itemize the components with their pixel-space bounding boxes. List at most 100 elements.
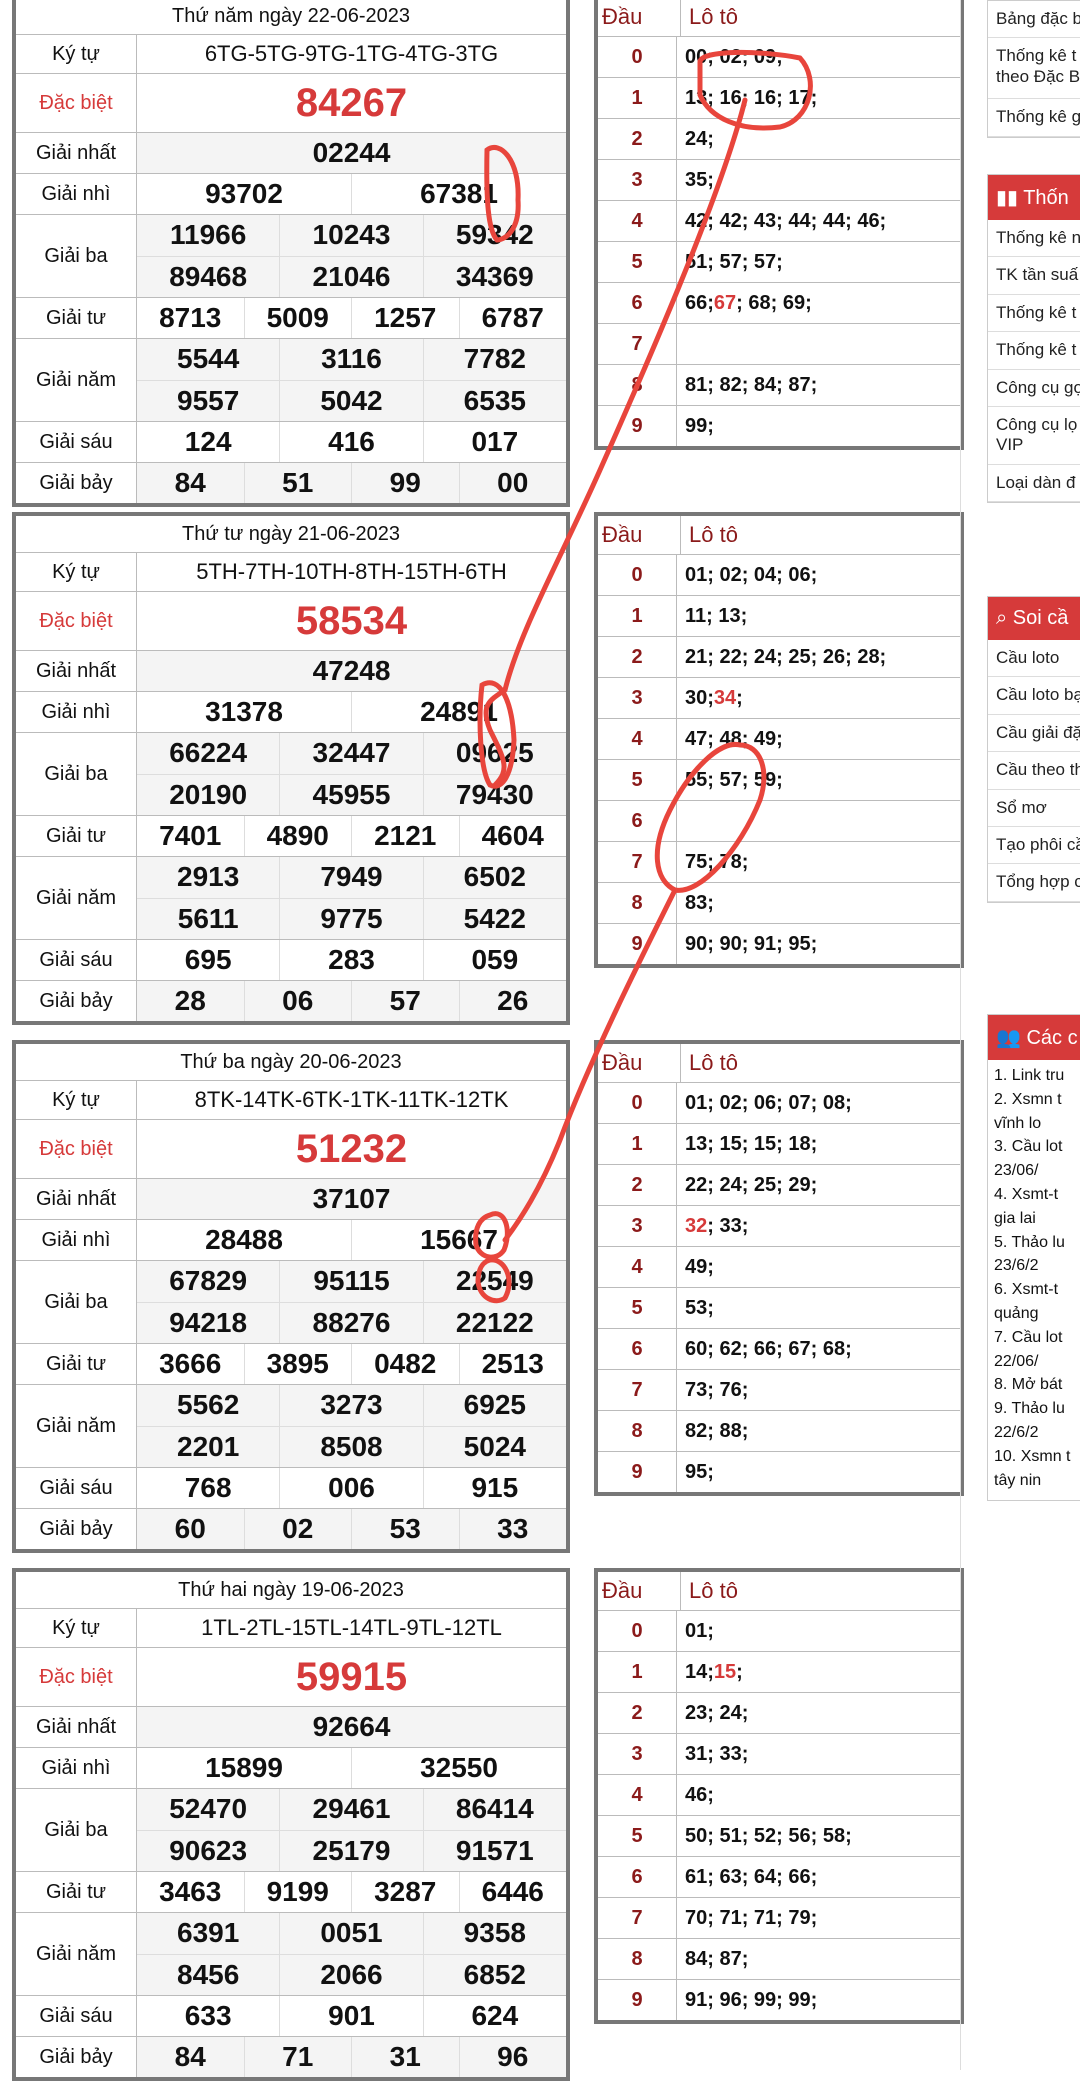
sidebar-item[interactable]: Thống kê n bbox=[988, 220, 1080, 258]
sidebar-link[interactable]: tây nin bbox=[994, 1471, 1080, 1492]
sidebar-item[interactable]: Cầu theo th bbox=[988, 752, 1080, 790]
sidebar-item[interactable]: Loại dàn đ bbox=[988, 465, 1080, 503]
sidebar-link[interactable]: 9. Thảo lu bbox=[994, 1399, 1080, 1420]
loto-number: 13; 15; 15; 18; bbox=[685, 1132, 818, 1155]
sidebar-item[interactable]: Thống kê t bbox=[988, 295, 1080, 333]
prize-number: 4604 bbox=[458, 816, 567, 856]
loto-values: 90; 90; 91; 95; bbox=[677, 924, 960, 964]
dau-digit: 6 bbox=[598, 1857, 677, 1897]
dau-digit: 6 bbox=[598, 283, 677, 323]
loto-row: 4 42; 42; 43; 44; 44; 46; bbox=[598, 201, 960, 242]
loto-number: 21; 22; 24; 25; 26; 28; bbox=[685, 645, 887, 668]
results-table: Thứ tư ngày 21-06-2023 Ký tự 5TH-7TH-10TH-… bbox=[12, 512, 570, 1025]
sidebar-link[interactable]: vĩnh lo bbox=[994, 1114, 1080, 1135]
prize-number: 67381 bbox=[351, 174, 566, 214]
sidebar-link[interactable]: 23/06/ bbox=[994, 1161, 1080, 1182]
sidebar-link[interactable]: 22/6/2 bbox=[994, 1423, 1080, 1444]
dau-digit: 7 bbox=[598, 842, 677, 882]
prize-number: 25179 bbox=[279, 1830, 422, 1871]
prize-number: 1257 bbox=[351, 298, 459, 338]
dau-digit: 5 bbox=[598, 1288, 677, 1328]
loto-number: 60; 62; 66; 67; 68; bbox=[685, 1337, 852, 1360]
sidebar-item[interactable]: Cầu giải đặ bbox=[988, 715, 1080, 753]
loto-values bbox=[677, 324, 960, 364]
loto-table: Đầu Lô tô 0 01; 1 14; 15; 2 23; 24; 3 31; 33; 4 46;… bbox=[594, 1568, 964, 2024]
sidebar-link[interactable]: 2. Xsmn t bbox=[994, 1090, 1080, 1111]
loto-row: 4 49; bbox=[598, 1247, 960, 1288]
prize-number: 32447 bbox=[279, 733, 422, 774]
loto-values: 46; bbox=[677, 1775, 960, 1815]
sidebar-link[interactable]: quảng bbox=[994, 1304, 1080, 1325]
sidebar-item[interactable]: Công cụ gợ bbox=[988, 370, 1080, 407]
sidebar-item[interactable]: Thống kê t bbox=[988, 332, 1080, 370]
sidebar-item[interactable]: Cầu loto bạ bbox=[988, 677, 1080, 715]
prize-label: Giải nhất bbox=[16, 651, 137, 691]
prize-number: 79430 bbox=[422, 774, 566, 815]
sidebar-link[interactable]: 7. Cầu lot bbox=[994, 1328, 1080, 1349]
prize-row-kytu: Ký tự 5TH-7TH-10TH-8TH-15TH-6TH bbox=[16, 553, 566, 592]
prize-label: Giải nhất bbox=[16, 133, 137, 173]
dau-digit: 4 bbox=[598, 1775, 677, 1815]
prize-line: 768 006 915 bbox=[137, 1468, 566, 1508]
sidebar-link[interactable]: 3. Cầu lot bbox=[994, 1137, 1080, 1158]
loto-row: 6 61; 63; 64; 66; bbox=[598, 1857, 960, 1898]
sidebar-link[interactable]: 1. Link tru bbox=[994, 1066, 1080, 1087]
prize-number: 11966 bbox=[170, 219, 247, 251]
sidebar-item[interactable]: Thống kê t theo Đặc B bbox=[988, 38, 1080, 100]
loto-number: 42; 42; 43; 44; 44; 46; bbox=[685, 209, 887, 232]
sidebar-item[interactable]: Tạo phôi cầ bbox=[988, 827, 1080, 865]
sidebar-link[interactable]: gia lai bbox=[994, 1209, 1080, 1230]
loto-values: 22; 24; 25; 29; bbox=[677, 1165, 960, 1205]
prize-line: 52470 29461 86414 bbox=[137, 1789, 566, 1830]
sidebar-link[interactable]: 8. Mở bát bbox=[994, 1375, 1080, 1396]
loto-row: 2 22; 24; 25; 29; bbox=[598, 1165, 960, 1206]
loto-values: 47; 48; 49; bbox=[677, 719, 960, 759]
sidebar-link[interactable]: 6. Xsmt-t bbox=[994, 1280, 1080, 1301]
prize-line: 3463 9199 3287 6446 bbox=[137, 1872, 566, 1912]
prize-number: 7401 bbox=[159, 820, 222, 851]
sidebar-link[interactable]: 22/06/ bbox=[994, 1352, 1080, 1373]
sidebar-item[interactable]: Bảng đặc b bbox=[988, 1, 1080, 39]
prize-number: 06 bbox=[243, 981, 352, 1021]
prize-number: 00 bbox=[458, 463, 567, 503]
prize-label: Giải sáu bbox=[16, 422, 137, 462]
loto-values: 14; 15; bbox=[677, 1652, 960, 1692]
dau-digit: 0 bbox=[598, 1083, 677, 1123]
prize-label: Giải nhì bbox=[16, 1748, 137, 1788]
loto-row: 0 01; bbox=[598, 1611, 960, 1652]
sidebar-link[interactable]: 4. Xsmt-t bbox=[994, 1185, 1080, 1206]
loto-values: 31; 33; bbox=[677, 1734, 960, 1774]
sidebar-link-list: 1. Link tru 2. Xsmn t vĩnh lo 3. Cầu lot 23/… bbox=[988, 1060, 1080, 1500]
prize-label: Ký tự bbox=[16, 35, 137, 73]
dau-digit: 1 bbox=[598, 1652, 677, 1692]
prize-row-g6: Giải sáu 695 283 059 bbox=[16, 940, 566, 981]
prize-label: Ký tự bbox=[16, 1081, 137, 1119]
loto-values: 01; 02; 04; 06; bbox=[677, 555, 960, 595]
prize-row-g5: Giải năm 5544 3116 7782 9557 5042 6535 bbox=[16, 339, 566, 422]
prize-line: 2201 8508 5024 bbox=[137, 1425, 566, 1467]
sidebar-item[interactable]: Công cụ lọ VIP bbox=[988, 407, 1080, 465]
prize-row-g1: Giải nhất 47248 bbox=[16, 651, 566, 692]
sidebar-item[interactable]: Cầu loto bbox=[988, 640, 1080, 678]
prize-label: Đặc biệt bbox=[16, 1648, 137, 1706]
sidebar-item[interactable]: Thống kê g bbox=[988, 99, 1080, 137]
sidebar-item[interactable]: Sổ mơ bbox=[988, 790, 1080, 827]
prize-label: Ký tự bbox=[16, 553, 137, 591]
prize-label: Giải bảy bbox=[16, 2037, 137, 2077]
sidebar-link[interactable]: 5. Thảo lu bbox=[994, 1233, 1080, 1254]
prize-label: Giải năm bbox=[16, 1385, 137, 1467]
sidebar-item[interactable]: TK tần suấ bbox=[988, 257, 1080, 295]
dau-header: Đầu bbox=[598, 516, 681, 554]
sidebar-links-header: 👥 Các c bbox=[988, 1015, 1080, 1060]
sidebar-item[interactable]: Tổng hợp c bbox=[988, 864, 1080, 902]
prize-label: Giải nhì bbox=[16, 1220, 137, 1260]
loto-number: 90; 90; 91; 95; bbox=[685, 932, 818, 955]
prize-number: 95115 bbox=[279, 1261, 422, 1302]
loto-number: 55; 57; 59; bbox=[685, 768, 783, 791]
loto-header: Đầu Lô tô bbox=[598, 516, 960, 555]
sidebar-link[interactable]: 23/6/2 bbox=[994, 1256, 1080, 1277]
sidebar-link[interactable]: 10. Xsmn t bbox=[994, 1447, 1080, 1468]
prize-number: 6446 bbox=[458, 1872, 567, 1912]
prize-number: 7949 bbox=[279, 857, 422, 898]
loto-row: 1 14; 15; bbox=[598, 1652, 960, 1693]
